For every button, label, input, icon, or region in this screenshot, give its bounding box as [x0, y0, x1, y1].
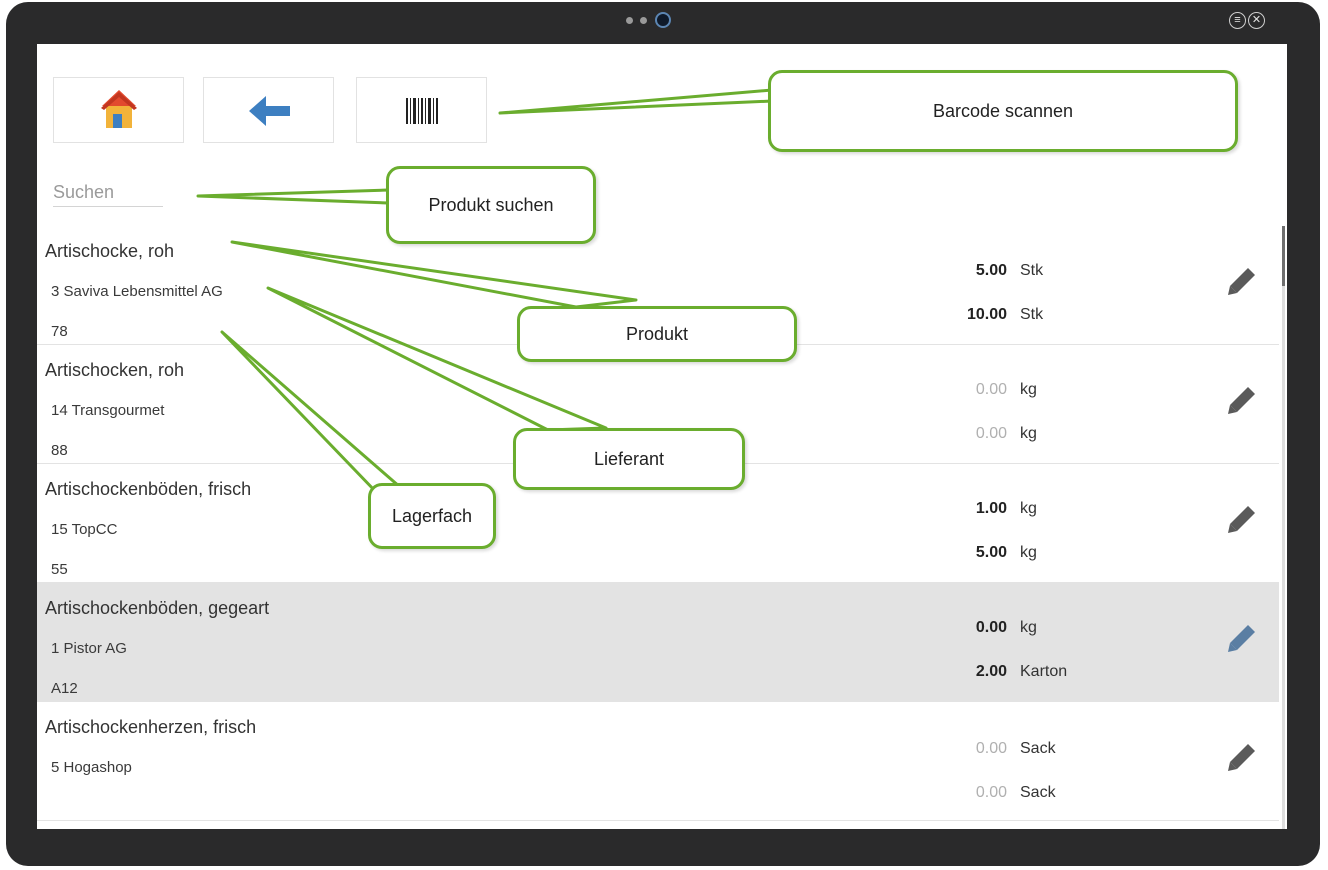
callout-search: Produkt suchen	[386, 166, 596, 244]
callout-supplier: Lieferant	[513, 428, 745, 490]
callout-barcode: Barcode scannen	[768, 70, 1238, 152]
callout-product: Produkt	[517, 306, 797, 362]
callout-bin: Lagerfach	[368, 483, 496, 549]
